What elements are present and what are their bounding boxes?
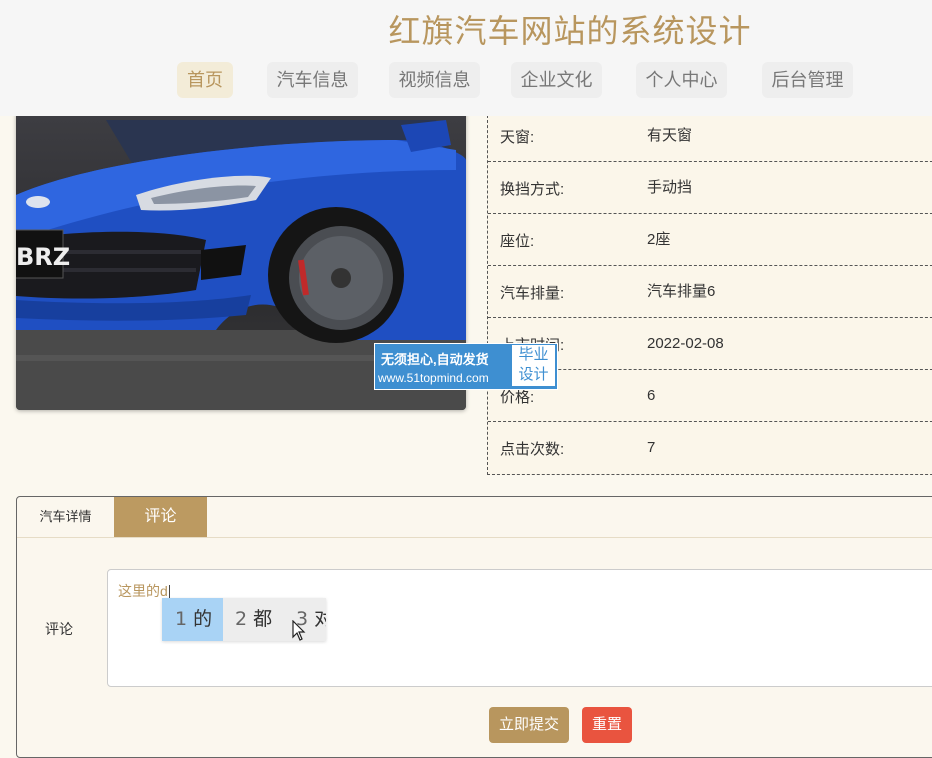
- nav-item-personal-center[interactable]: 个人中心: [636, 62, 727, 98]
- nav-item-admin[interactable]: 后台管理: [762, 62, 853, 98]
- site-header: 红旗汽车网站的系统设计 首页 汽车信息 视频信息 企业文化 个人中心 后台管理: [0, 0, 932, 116]
- detail-comment-panel: 汽车详情 评论 评论 这里的d: [16, 496, 932, 758]
- main-nav: 首页 汽车信息 视频信息 企业文化 个人中心 后台管理: [0, 62, 932, 98]
- watermark-badge: 无须担心,自动发货 www.51topmind.com 毕业 设计: [374, 343, 558, 390]
- site-title: 红旗汽车网站的系统设计: [388, 12, 752, 50]
- plate-text: BRZ: [16, 243, 70, 271]
- reset-button[interactable]: 重置: [582, 707, 632, 743]
- detail-value: 有天窗: [647, 127, 693, 144]
- ime-candidate[interactable]: 2都: [235, 598, 287, 641]
- detail-label: 座位:: [500, 233, 535, 250]
- car-detail-table: 天窗: 有天窗 换挡方式: 手动挡 座位: 2座 汽车排量: 汽车排量6 上市时…: [487, 110, 932, 475]
- nav-item-car-info[interactable]: 汽车信息: [267, 62, 358, 98]
- detail-label: 汽车排量:: [500, 285, 565, 302]
- tab-comments[interactable]: 评论: [114, 497, 207, 537]
- tab-car-details[interactable]: 汽车详情: [17, 497, 114, 537]
- detail-value: 2座: [647, 231, 671, 248]
- detail-label: 换挡方式:: [500, 181, 565, 198]
- detail-row: 换挡方式: 手动挡: [488, 162, 932, 214]
- detail-value: 2022-02-08: [647, 335, 724, 352]
- nav-item-video-info[interactable]: 视频信息: [389, 62, 480, 98]
- submit-button[interactable]: 立即提交: [489, 707, 569, 743]
- detail-row: 天窗: 有天窗: [488, 110, 932, 162]
- detail-row: 座位: 2座: [488, 214, 932, 266]
- detail-row: 汽车排量: 汽车排量6: [488, 266, 932, 318]
- detail-label: 天窗:: [500, 129, 535, 146]
- comment-label: 评论: [45, 621, 73, 637]
- nav-item-home[interactable]: 首页: [177, 62, 233, 98]
- watermark-url: www.51topmind.com: [378, 371, 489, 385]
- detail-label: 点击次数:: [500, 441, 565, 458]
- detail-row: 点击次数: 7: [488, 422, 932, 473]
- detail-value: 手动挡: [647, 179, 693, 196]
- mouse-pointer-icon: [292, 620, 306, 641]
- detail-value: 汽车排量6: [647, 283, 716, 300]
- watermark-line1: 无须担心,自动发货: [381, 352, 489, 367]
- nav-item-culture[interactable]: 企业文化: [511, 62, 602, 98]
- watermark-tag: 毕业 设计: [512, 345, 555, 386]
- detail-value: 6: [647, 387, 656, 404]
- tab-bar: 汽车详情 评论: [17, 497, 932, 538]
- comment-text: 这里的d: [118, 583, 168, 599]
- ime-candidate[interactable]: 1的: [162, 598, 223, 641]
- detail-value: 7: [647, 439, 656, 456]
